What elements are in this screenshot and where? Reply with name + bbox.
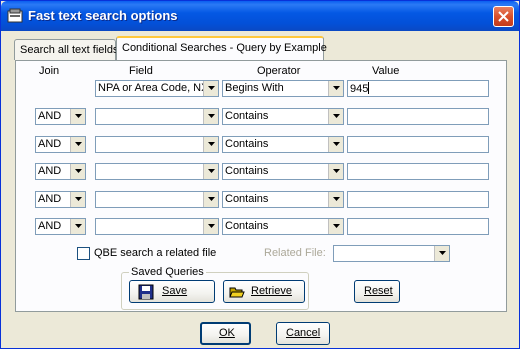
chevron-down-icon[interactable] [328, 192, 343, 207]
join-select-value: AND [38, 138, 62, 150]
qbe-related-label: QBE search a related file [94, 247, 217, 259]
chevron-down-icon[interactable] [70, 219, 85, 234]
chevron-down-icon[interactable] [328, 81, 343, 96]
ok-button[interactable]: OK [200, 322, 251, 345]
column-header-field: Field [129, 65, 153, 77]
dialog-window: Fast text search options Search all text… [0, 0, 520, 349]
chevron-down-icon[interactable] [203, 192, 218, 207]
field-select[interactable] [95, 218, 219, 235]
cancel-button-label: Cancel [286, 327, 321, 339]
chevron-down-icon[interactable] [203, 137, 218, 152]
operator-select[interactable]: Begins With [222, 80, 344, 97]
related-file-select[interactable] [333, 245, 450, 262]
floppy-disk-icon [138, 284, 154, 300]
chevron-down-icon[interactable] [70, 137, 85, 152]
join-select[interactable]: AND [35, 163, 86, 180]
chevron-down-icon[interactable] [70, 192, 85, 207]
tab-label: Search all text fields [20, 44, 119, 56]
chevron-down-icon[interactable] [203, 164, 218, 179]
save-button[interactable]: Save [129, 280, 215, 303]
join-select[interactable]: AND [35, 108, 86, 125]
column-header-value: Value [372, 65, 400, 77]
value-input[interactable] [347, 136, 489, 153]
join-select[interactable]: AND [35, 218, 86, 235]
chevron-down-icon[interactable] [328, 137, 343, 152]
window-title: Fast text search options [28, 8, 178, 23]
operator-select[interactable]: Contains [222, 191, 344, 208]
join-select[interactable]: AND [35, 191, 86, 208]
join-select[interactable]: AND [35, 136, 86, 153]
value-input[interactable] [347, 191, 489, 208]
qbe-related-checkbox[interactable] [77, 247, 90, 260]
field-select[interactable] [95, 163, 219, 180]
field-select[interactable] [95, 191, 219, 208]
retrieve-button-label: Retrieve [251, 285, 292, 297]
operator-select-value: Contains [225, 193, 269, 205]
close-icon [498, 11, 509, 22]
text-caret [368, 82, 370, 94]
chevron-down-icon[interactable] [328, 219, 343, 234]
operator-select[interactable]: Contains [222, 218, 344, 235]
value-input-text: 945 [350, 83, 369, 95]
chevron-down-icon[interactable] [70, 164, 85, 179]
chevron-down-icon[interactable] [70, 109, 85, 124]
value-input[interactable] [347, 163, 489, 180]
operator-select-value: Contains [225, 110, 269, 122]
value-input[interactable] [347, 108, 489, 125]
related-file-label: Related File: [264, 247, 326, 259]
operator-select-value: Contains [225, 220, 269, 232]
tab-label: Conditional Searches - Query by Example [122, 42, 327, 54]
join-select-value: AND [38, 110, 62, 122]
field-select[interactable] [95, 136, 219, 153]
tab-conditional-searches[interactable]: Conditional Searches - Query by Example [116, 36, 327, 60]
chevron-down-icon[interactable] [328, 109, 343, 124]
operator-select-value: Begins With [225, 82, 284, 94]
operator-select[interactable]: Contains [222, 136, 344, 153]
column-header-operator: Operator [257, 65, 301, 77]
reset-button-label: Reset [364, 285, 393, 297]
field-select[interactable]: NPA or Area Code, NX [95, 80, 219, 97]
chevron-down-icon[interactable] [328, 164, 343, 179]
join-select-value: AND [38, 220, 62, 232]
chevron-down-icon[interactable] [203, 81, 218, 96]
save-button-label: Save [162, 285, 188, 297]
value-input[interactable] [347, 218, 489, 235]
chevron-down-icon[interactable] [203, 109, 218, 124]
operator-select[interactable]: Contains [222, 163, 344, 180]
close-button[interactable] [493, 6, 514, 27]
join-select-value: AND [38, 165, 62, 177]
tab-search-all-text-fields[interactable]: Search all text fields [14, 39, 119, 60]
join-select-value: AND [38, 193, 62, 205]
ok-button-label: OK [219, 327, 235, 339]
saved-queries-group-label: Saved Queries [129, 266, 206, 278]
column-header-join: Join [39, 65, 60, 77]
value-input[interactable]: 945 [347, 80, 489, 97]
operator-select[interactable]: Contains [222, 108, 344, 125]
cancel-button[interactable]: Cancel [276, 322, 330, 345]
operator-select-value: Contains [225, 165, 269, 177]
chevron-down-icon[interactable] [434, 246, 449, 261]
title-bar[interactable]: Fast text search options [1, 1, 519, 31]
dialog-app-icon [7, 8, 23, 24]
operator-select-value: Contains [225, 138, 269, 150]
field-select[interactable] [95, 108, 219, 125]
chevron-down-icon[interactable] [203, 219, 218, 234]
reset-button[interactable]: Reset [354, 280, 400, 303]
folder-open-icon [229, 284, 245, 300]
field-select-value: NPA or Area Code, NX [98, 82, 203, 94]
retrieve-button[interactable]: Retrieve [223, 280, 305, 303]
